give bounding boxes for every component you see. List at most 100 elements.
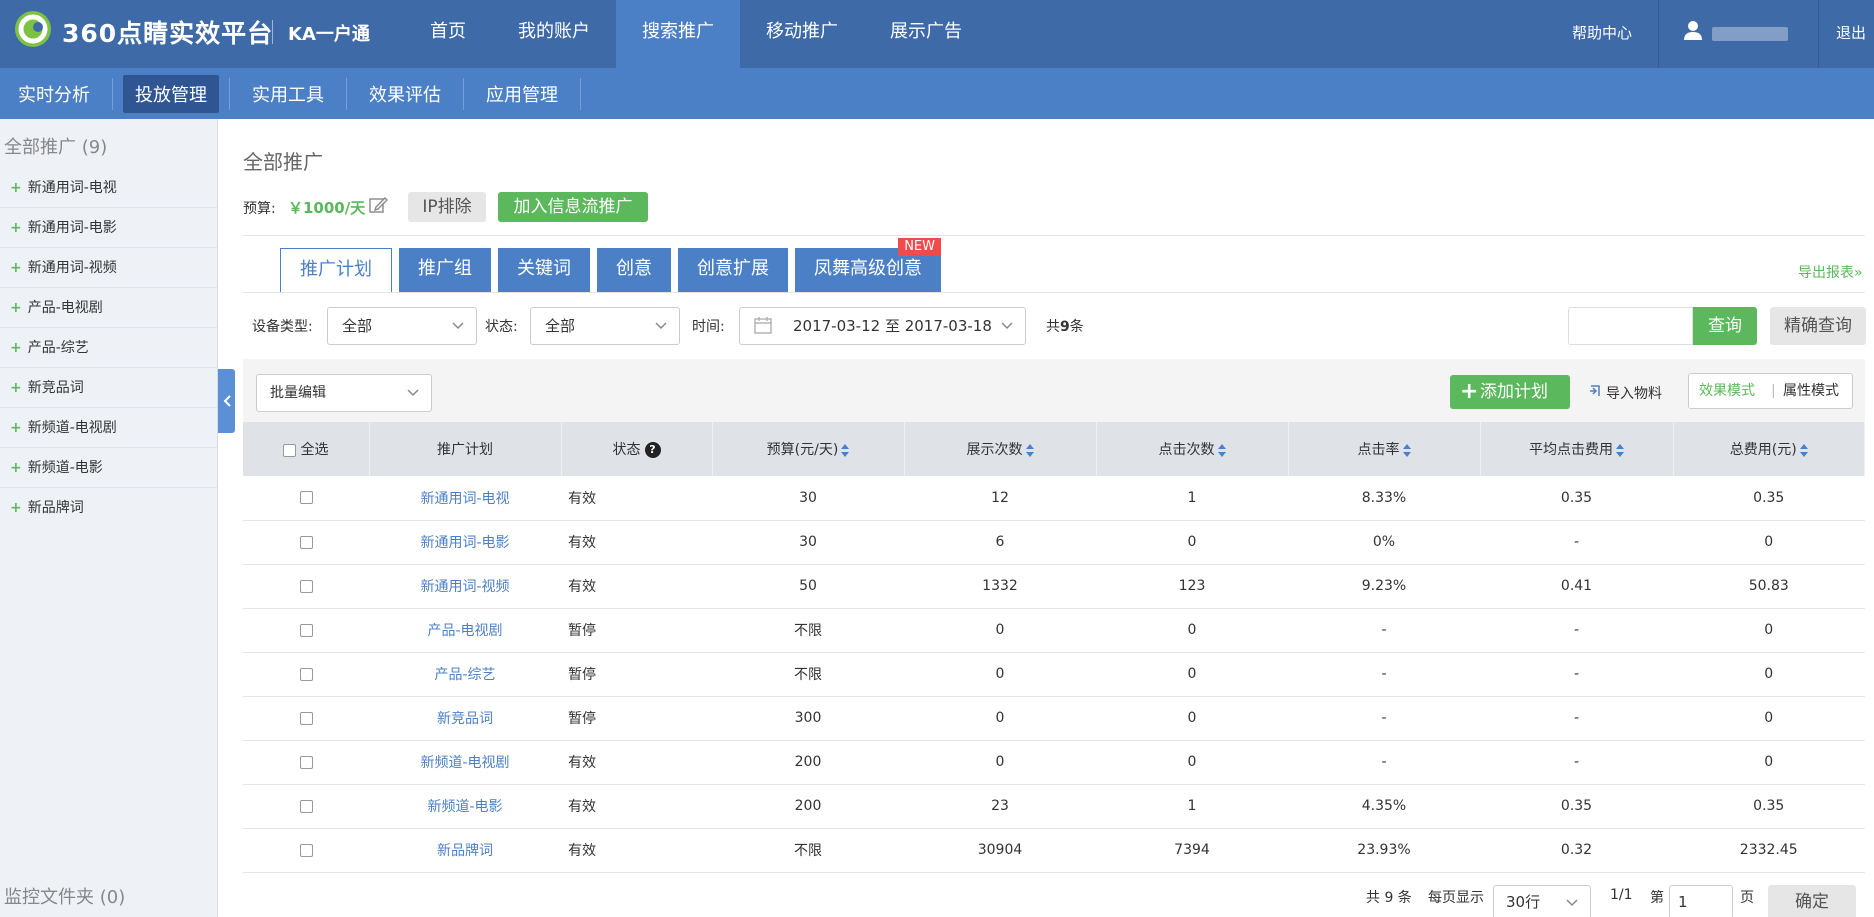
monitor-folder[interactable]: 监控文件夹 (0) bbox=[4, 883, 125, 909]
cell-clicks: 0 bbox=[1096, 608, 1288, 653]
col-ctr[interactable]: 点击率 bbox=[1288, 422, 1481, 476]
cell-plan[interactable]: 新频道-电影 bbox=[369, 784, 561, 829]
sort-icon bbox=[1616, 443, 1624, 457]
sidebar-item[interactable]: + 新频道-电影 bbox=[0, 448, 217, 488]
row-checkbox[interactable] bbox=[299, 535, 313, 549]
date-range-picker[interactable]: 2017-03-12 至 2017-03-18 bbox=[739, 307, 1026, 345]
cell-plan[interactable]: 新通用词-电影 bbox=[369, 520, 561, 565]
per-page-select[interactable]: 30行 bbox=[1493, 885, 1591, 917]
import-materials-link[interactable]: 导入物料 bbox=[1588, 383, 1662, 403]
expand-plus-icon[interactable]: + bbox=[10, 340, 22, 356]
cell-select bbox=[243, 696, 369, 741]
username-redacted[interactable] bbox=[1712, 27, 1788, 41]
batch-edit-select[interactable]: 批量编辑 bbox=[256, 374, 432, 412]
col-status: 状态? bbox=[561, 422, 713, 476]
tab-creative-extensions[interactable]: 创意扩展 bbox=[678, 248, 788, 292]
col-impressions[interactable]: 展示次数 bbox=[904, 422, 1097, 476]
attribute-mode-button[interactable]: 属性模式 bbox=[1783, 374, 1839, 408]
col-clicks[interactable]: 点击次数 bbox=[1096, 422, 1289, 476]
sidebar-item[interactable]: + 新品牌词 bbox=[0, 488, 217, 528]
subnav-effect-evaluation[interactable]: 效果评估 bbox=[357, 75, 453, 113]
effect-mode-button[interactable]: 效果模式 bbox=[1699, 374, 1755, 408]
row-checkbox[interactable] bbox=[299, 843, 313, 857]
sidebar-item[interactable]: + 新通用词-视频 bbox=[0, 248, 217, 288]
tab-creatives[interactable]: 创意 bbox=[597, 248, 671, 292]
topnav-search-promotion[interactable]: 搜索推广 bbox=[616, 0, 740, 68]
cell-plan[interactable]: 产品-电视剧 bbox=[369, 608, 561, 653]
expand-plus-icon[interactable]: + bbox=[10, 380, 22, 396]
sidebar-title[interactable]: 全部推广 (9) bbox=[4, 133, 107, 159]
row-checkbox[interactable] bbox=[299, 579, 313, 593]
expand-plus-icon[interactable]: + bbox=[10, 260, 22, 276]
col-avg-cpc[interactable]: 平均点击费用 bbox=[1480, 422, 1674, 476]
expand-plus-icon[interactable]: + bbox=[10, 460, 22, 476]
360-logo-icon[interactable] bbox=[12, 8, 54, 50]
pager-confirm-button[interactable]: 确定 bbox=[1768, 885, 1856, 917]
add-plan-button[interactable]: + 添加计划 bbox=[1450, 375, 1570, 409]
expand-plus-icon[interactable]: + bbox=[10, 420, 22, 436]
status-select[interactable]: 全部 bbox=[530, 307, 680, 345]
expand-plus-icon[interactable]: + bbox=[10, 180, 22, 196]
cell-plan[interactable]: 产品-综艺 bbox=[369, 652, 561, 697]
sidebar-item[interactable]: + 新通用词-电影 bbox=[0, 208, 217, 248]
cell-plan[interactable]: 新频道-电视剧 bbox=[369, 740, 561, 785]
subnav-tools[interactable]: 实用工具 bbox=[240, 75, 336, 113]
subnav-realtime-analysis[interactable]: 实时分析 bbox=[6, 75, 102, 113]
top-nav: 首页 我的账户 搜索推广 移动推广 展示广告 bbox=[404, 0, 988, 68]
cell-ctr: - bbox=[1288, 696, 1480, 741]
help-center-link[interactable]: 帮助中心 bbox=[1572, 22, 1632, 43]
cell-ctr: - bbox=[1288, 608, 1480, 653]
search-button[interactable]: 查询 bbox=[1693, 307, 1757, 345]
cell-plan[interactable]: 新通用词-电视 bbox=[369, 476, 561, 521]
topnav-mobile-promotion[interactable]: 移动推广 bbox=[740, 0, 864, 68]
sidebar-item[interactable]: + 新频道-电视剧 bbox=[0, 408, 217, 448]
row-checkbox[interactable] bbox=[299, 491, 313, 505]
topnav-my-account[interactable]: 我的账户 bbox=[492, 0, 616, 68]
page-number-input[interactable]: 1 bbox=[1669, 885, 1733, 917]
row-checkbox[interactable] bbox=[299, 799, 313, 813]
table-toolbar: 批量编辑 + 添加计划 导入物料 效果模式 | 属性模式 bbox=[243, 359, 1865, 422]
expand-plus-icon[interactable]: + bbox=[10, 500, 22, 516]
cell-plan[interactable]: 新品牌词 bbox=[369, 828, 561, 873]
select-all-checkbox[interactable] bbox=[283, 443, 297, 457]
row-checkbox[interactable] bbox=[299, 667, 313, 681]
sidebar-item[interactable]: + 新竞品词 bbox=[0, 368, 217, 408]
expand-plus-icon[interactable]: + bbox=[10, 300, 22, 316]
collapse-sidebar-button[interactable] bbox=[218, 369, 235, 433]
col-budget[interactable]: 预算(元/天) bbox=[712, 422, 905, 476]
tab-keywords[interactable]: 关键词 bbox=[498, 248, 590, 292]
row-checkbox[interactable] bbox=[299, 623, 313, 637]
topnav-display-ads[interactable]: 展示广告 bbox=[864, 0, 988, 68]
row-checkbox[interactable] bbox=[299, 755, 313, 769]
logo-text[interactable]: 360点睛实效平台 bbox=[62, 14, 273, 50]
row-checkbox[interactable] bbox=[299, 711, 313, 725]
tab-plans[interactable]: 推广计划 bbox=[280, 248, 392, 292]
cell-impressions: 0 bbox=[904, 652, 1096, 697]
cell-select bbox=[243, 740, 369, 785]
sidebar-item[interactable]: + 产品-电视剧 bbox=[0, 288, 217, 328]
export-report-link[interactable]: 导出报表» bbox=[1798, 262, 1863, 282]
level-tabs: 推广计划 推广组 关键词 创意 创意扩展 凤舞高级创意 NEW bbox=[280, 238, 948, 292]
logout-link[interactable]: 退出 bbox=[1836, 22, 1866, 43]
cell-plan[interactable]: 新通用词-视频 bbox=[369, 564, 561, 609]
tab-advanced-creatives[interactable]: 凤舞高级创意 NEW bbox=[795, 238, 941, 292]
sidebar-item[interactable]: + 新通用词-电视 bbox=[0, 168, 217, 208]
col-select-all[interactable]: 全选 bbox=[243, 422, 370, 476]
device-type-label: 设备类型: bbox=[252, 319, 313, 335]
device-type-select[interactable]: 全部 bbox=[327, 307, 477, 345]
tab-groups[interactable]: 推广组 bbox=[399, 248, 491, 292]
precise-search-button[interactable]: 精确查询 bbox=[1770, 307, 1866, 345]
col-total-cost[interactable]: 总费用(元) bbox=[1673, 422, 1865, 476]
subnav-app-management[interactable]: 应用管理 bbox=[474, 75, 570, 113]
help-question-icon[interactable]: ? bbox=[644, 442, 661, 458]
ip-exclude-button[interactable]: IP排除 bbox=[408, 192, 486, 222]
topnav-home[interactable]: 首页 bbox=[404, 0, 492, 68]
sidebar-item[interactable]: + 产品-综艺 bbox=[0, 328, 217, 368]
search-input[interactable] bbox=[1568, 307, 1693, 345]
edit-icon[interactable] bbox=[368, 195, 388, 215]
cell-plan[interactable]: 新竞品词 bbox=[369, 696, 561, 741]
add-feed-promotion-button[interactable]: 加入信息流推广 bbox=[498, 192, 648, 222]
expand-plus-icon[interactable]: + bbox=[10, 220, 22, 236]
user-icon[interactable] bbox=[1684, 20, 1702, 40]
subnav-campaign-management[interactable]: 投放管理 bbox=[123, 74, 219, 113]
